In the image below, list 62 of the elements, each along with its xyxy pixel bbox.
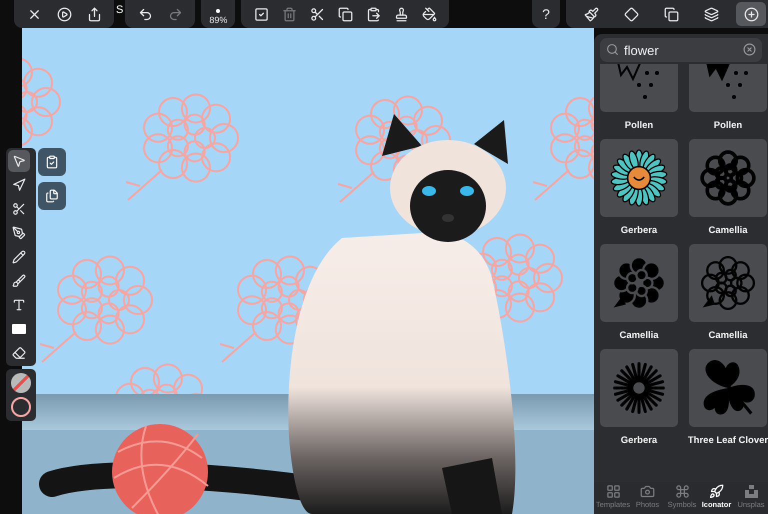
icon-label: Gerbera	[620, 225, 658, 236]
zoom-button[interactable]: 89%	[209, 3, 228, 25]
plus-icon	[744, 6, 758, 22]
paint-bucket-icon	[422, 6, 437, 22]
eraser-icon	[12, 346, 26, 360]
no-fill-swatch[interactable]	[11, 373, 31, 393]
redo-icon	[168, 6, 183, 22]
select-button[interactable]	[38, 148, 66, 176]
icon-label: Three Leaf Clover	[688, 435, 768, 446]
pencil-icon	[12, 250, 26, 264]
icon-label: Pollen	[624, 120, 654, 131]
unsplash-icon	[744, 484, 758, 499]
search-icon	[606, 43, 619, 56]
scissors-icon	[310, 6, 325, 22]
stroke-swatch[interactable]	[11, 397, 31, 417]
help-button[interactable]: ?	[532, 0, 560, 28]
text-icon	[12, 298, 26, 312]
grid-icon	[606, 484, 620, 499]
overlap-squares-icon	[664, 6, 678, 22]
icon-tile[interactable]	[600, 139, 678, 217]
layers-icon	[704, 6, 718, 22]
checkbox-icon	[254, 6, 269, 22]
rectangle-icon	[12, 324, 26, 334]
inspector-tab[interactable]	[736, 2, 766, 26]
diamond-icon	[624, 6, 638, 22]
copy-icon	[338, 6, 353, 22]
pen-icon	[12, 226, 26, 240]
trash-icon	[282, 6, 297, 22]
stamp-icon	[394, 6, 409, 22]
rose-icon	[699, 254, 757, 312]
icon-tile[interactable]	[689, 349, 767, 427]
sunburst-flower-icon	[610, 359, 668, 417]
rose-icon	[699, 149, 757, 207]
document-title: S	[116, 4, 124, 16]
undo-icon	[138, 6, 153, 22]
files-icon	[45, 189, 59, 203]
share-icon	[86, 6, 102, 22]
clear-icon	[743, 43, 756, 56]
pointer-icon	[12, 154, 26, 168]
brush-icon	[584, 6, 598, 22]
tool-button[interactable]	[8, 150, 30, 172]
icon-label: Pollen	[714, 120, 742, 131]
camera-icon	[640, 484, 655, 499]
search-field[interactable]: flower	[600, 38, 762, 62]
rocket-icon	[709, 484, 724, 499]
command-icon	[674, 484, 690, 499]
brush-icon	[12, 274, 26, 288]
icon-label: Camellia	[708, 330, 748, 341]
icon-label: Camellia	[708, 225, 748, 236]
icon-tile[interactable]	[689, 139, 767, 217]
paste-icon	[366, 6, 381, 22]
daisy-icon	[610, 149, 668, 207]
icon-tile[interactable]	[689, 244, 767, 322]
icon-label: Camellia	[619, 330, 659, 341]
duplicate-button[interactable]	[38, 182, 66, 210]
icon-tile[interactable]	[600, 244, 678, 322]
arrow-icon	[12, 178, 26, 192]
icon-label: Gerbera	[620, 435, 658, 446]
scissors-icon	[12, 202, 26, 216]
clipboard-icon	[45, 155, 59, 169]
icon-tile[interactable]	[600, 349, 678, 427]
play-icon	[56, 6, 72, 22]
